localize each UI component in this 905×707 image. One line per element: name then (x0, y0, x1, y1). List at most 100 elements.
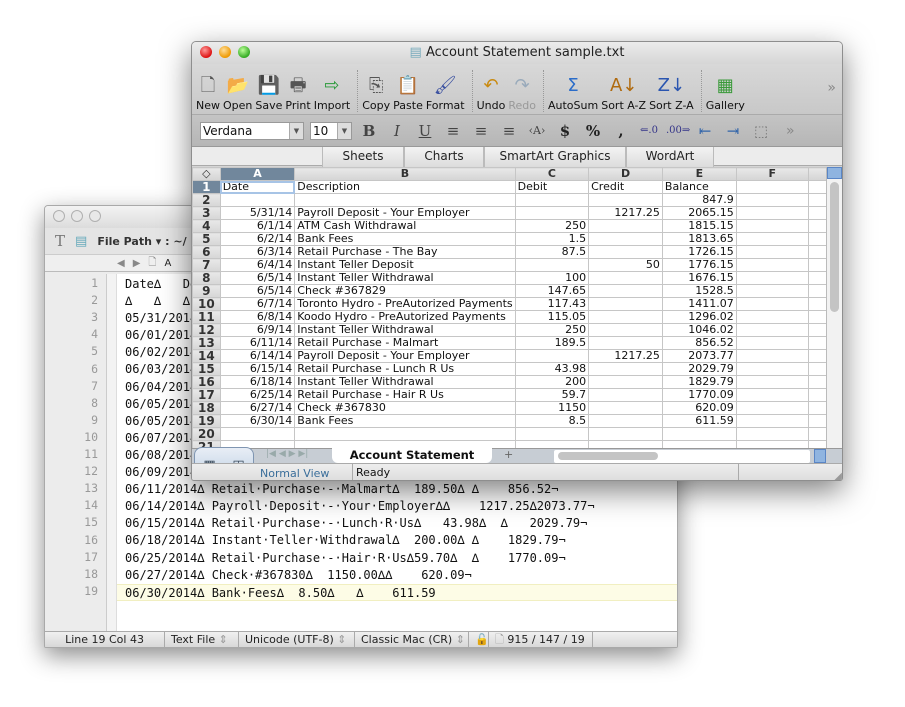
wrap-text-icon[interactable]: ‹A› (526, 124, 548, 137)
cell-c19[interactable]: 8.5 (514, 414, 590, 428)
cell-e3[interactable]: 2065.15 (661, 206, 737, 220)
cell-c6[interactable]: 87.5 (514, 245, 590, 259)
cell-e13[interactable]: 856.52 (661, 336, 737, 350)
font-name-select[interactable]: Verdana ▼ (200, 121, 304, 140)
cell-empty[interactable] (807, 206, 828, 220)
cell-a2[interactable] (219, 193, 296, 207)
cell-empty[interactable] (807, 388, 828, 402)
close-button[interactable] (53, 210, 65, 222)
cell-f14[interactable] (735, 349, 809, 363)
cell-f3[interactable] (735, 206, 809, 220)
redo-button[interactable]: ↷ Redo (508, 73, 536, 112)
cell-b16[interactable]: Instant Teller Withdrawal (294, 375, 516, 389)
cell-d2[interactable] (588, 193, 663, 207)
column-header-f[interactable]: F (735, 167, 809, 181)
minimize-button[interactable] (219, 46, 231, 58)
gallery-button[interactable]: ▦ Gallery (706, 73, 745, 112)
select-all-corner[interactable]: ◇ (192, 167, 221, 181)
row-header[interactable]: 8 (192, 271, 221, 285)
cell-d9[interactable] (588, 284, 663, 298)
cell-f19[interactable] (735, 414, 809, 428)
row-header[interactable]: 10 (192, 297, 221, 311)
cell-d3[interactable]: 1217.25 (588, 206, 663, 220)
cell-f9[interactable] (735, 284, 809, 298)
cell-a19[interactable]: 6/30/14 (219, 414, 296, 428)
document-icon[interactable]: ▤ (75, 234, 87, 249)
zoom-button[interactable] (238, 46, 250, 58)
cell-b3[interactable]: Payroll Deposit - Your Employer (294, 206, 516, 220)
cell-empty[interactable] (807, 375, 828, 389)
cell-a7[interactable]: 6/4/14 (219, 258, 296, 272)
cell-a17[interactable]: 6/25/14 (219, 388, 296, 402)
cell-empty[interactable] (807, 401, 828, 415)
vertical-scroll-thumb[interactable] (830, 182, 839, 312)
text-line[interactable]: 06/25/2014∆ Retail·Purchase·-·Hair·R·Us∆… (117, 550, 677, 567)
cell-c7[interactable] (514, 258, 590, 272)
column-header-c[interactable]: C (514, 167, 590, 181)
cell-empty[interactable] (807, 219, 828, 233)
cell-a4[interactable]: 6/1/14 (219, 219, 296, 233)
cell-a6[interactable]: 6/3/14 (219, 245, 296, 259)
cell-f7[interactable] (735, 258, 809, 272)
text-line[interactable]: 06/27/2014∆ Check·#367830∆ 1150.00∆∆ 620… (117, 567, 677, 584)
file-type-select[interactable]: Text File ⇕ (165, 632, 239, 647)
cell-c5[interactable]: 1.5 (514, 232, 590, 246)
cell-e8[interactable]: 1676.15 (661, 271, 737, 285)
cell-a20[interactable] (219, 427, 296, 441)
cell-a9[interactable]: 6/5/14 (219, 284, 296, 298)
cell-b2[interactable] (294, 193, 516, 207)
vertical-scrollbar[interactable] (826, 167, 842, 448)
cell-e20[interactable] (661, 427, 737, 441)
cell-b5[interactable]: Bank Fees (294, 232, 516, 246)
cell-d1[interactable]: Credit (588, 180, 663, 194)
cell-empty[interactable] (807, 414, 828, 428)
cell-b4[interactable]: ATM Cash Withdrawal (294, 219, 516, 233)
cell-empty[interactable] (807, 232, 828, 246)
cell-f1[interactable] (735, 180, 809, 194)
cell-d21[interactable] (588, 440, 663, 448)
text-line[interactable]: 06/30/2014∆ Bank·Fees∆ 8.50∆ ∆ 611.59 (117, 583, 677, 601)
row-header[interactable]: 13 (192, 336, 221, 350)
add-sheet-button[interactable]: + (504, 448, 513, 461)
tab-sheets[interactable]: Sheets (322, 147, 404, 167)
cell-d15[interactable] (588, 362, 663, 376)
cell-a10[interactable]: 6/7/14 (219, 297, 296, 311)
underline-button[interactable]: U (414, 122, 436, 140)
row-header[interactable]: 14 (192, 349, 221, 363)
cell-d18[interactable] (588, 401, 663, 415)
lock-icon[interactable]: 🔓 (469, 632, 489, 647)
cell-b9[interactable]: Check #367829 (294, 284, 516, 298)
row-header[interactable]: 15 (192, 362, 221, 376)
cell-c20[interactable] (514, 427, 590, 441)
cell-a13[interactable]: 6/11/14 (219, 336, 296, 350)
cell-a1[interactable]: Date (219, 180, 296, 194)
cell-e2[interactable]: 847.9 (661, 193, 737, 207)
cell-c1[interactable]: Debit (514, 180, 590, 194)
text-line[interactable]: 06/15/2014∆ Retail·Purchase·-·Lunch·R·Us… (117, 515, 677, 532)
cell-f4[interactable] (735, 219, 809, 233)
tab-charts[interactable]: Charts (404, 147, 484, 167)
row-header[interactable]: 9 (192, 284, 221, 298)
cell-f12[interactable] (735, 323, 809, 337)
cell-b12[interactable]: Instant Teller Withdrawal (294, 323, 516, 337)
row-header[interactable]: 12 (192, 323, 221, 337)
row-header[interactable]: 19 (192, 414, 221, 428)
cell-a14[interactable]: 6/14/14 (219, 349, 296, 363)
font-size-select[interactable]: 10 ▼ (310, 121, 352, 140)
paste-button[interactable]: 📋 Paste (393, 73, 423, 112)
cell-empty[interactable] (807, 323, 828, 337)
format-button[interactable]: 🖌 Format (426, 73, 465, 112)
cell-c12[interactable]: 250 (514, 323, 590, 337)
cell-b15[interactable]: Retail Purchase - Lunch R Us (294, 362, 516, 376)
cell-c10[interactable]: 117.43 (514, 297, 590, 311)
cell-c16[interactable]: 200 (514, 375, 590, 389)
cell-d6[interactable] (588, 245, 663, 259)
save-button[interactable]: 💾 Save (255, 73, 282, 112)
cell-e15[interactable]: 2029.79 (661, 362, 737, 376)
cell-d12[interactable] (588, 323, 663, 337)
tab-smartart-graphics[interactable]: SmartArt Graphics (484, 147, 626, 167)
cell-b20[interactable] (294, 427, 516, 441)
toolbar-overflow-icon[interactable]: » (827, 80, 836, 96)
cell-a12[interactable]: 6/9/14 (219, 323, 296, 337)
cell-b1[interactable]: Description (294, 180, 516, 194)
